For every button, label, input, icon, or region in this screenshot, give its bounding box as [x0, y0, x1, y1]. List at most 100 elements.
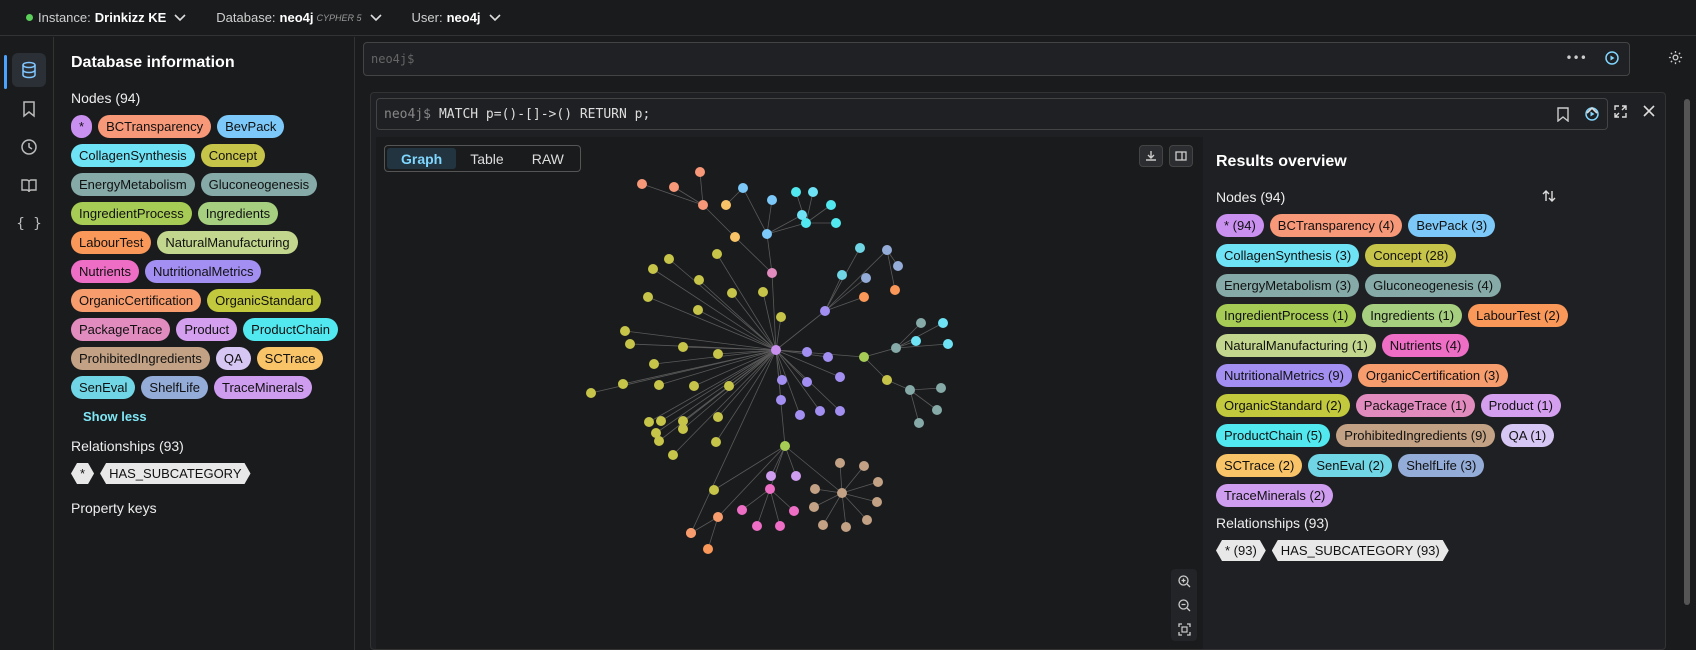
graph-canvas[interactable]: [376, 137, 1203, 649]
relationship-edge[interactable]: [909, 389, 920, 424]
graph-node[interactable]: [586, 388, 596, 398]
query-editor[interactable]: neo4j$ •••: [363, 42, 1630, 76]
relationship-edge[interactable]: [693, 349, 777, 387]
graph-node[interactable]: [859, 461, 869, 471]
graph-node[interactable]: [791, 471, 801, 481]
close-icon[interactable]: [1643, 105, 1655, 117]
graph-node[interactable]: [893, 261, 903, 271]
graph-node[interactable]: [669, 182, 679, 192]
graph-node[interactable]: [914, 418, 924, 428]
label-chip[interactable]: SenEval: [71, 376, 136, 399]
label-chip[interactable]: Gluconeogenesis: [200, 173, 318, 196]
graph-node[interactable]: [841, 522, 851, 532]
label-chip[interactable]: NutritionalMetrics: [145, 260, 262, 283]
graph-node[interactable]: [771, 345, 781, 355]
graph-node[interactable]: [936, 383, 946, 393]
graph-node[interactable]: [775, 521, 785, 531]
label-chip[interactable]: LabourTest: [71, 231, 152, 254]
label-chip[interactable]: Nutrients (4): [1381, 334, 1470, 357]
label-chip[interactable]: CollagenSynthesis: [71, 144, 195, 167]
graph-node[interactable]: [644, 417, 654, 427]
graph-node[interactable]: [861, 273, 871, 283]
graph-node[interactable]: [721, 200, 731, 210]
graph-node[interactable]: [916, 318, 926, 328]
fullscreen-icon[interactable]: [1614, 105, 1627, 118]
graph-node[interactable]: [938, 318, 948, 328]
label-chip[interactable]: BCTransparency: [98, 115, 212, 138]
label-chip[interactable]: Product: [176, 318, 238, 341]
label-chip[interactable]: OrganicStandard (2): [1216, 394, 1350, 417]
label-chip[interactable]: Concept: [200, 144, 266, 167]
graph-node[interactable]: [737, 505, 747, 515]
graph-node[interactable]: [815, 406, 825, 416]
zoom-in-icon[interactable]: [1177, 574, 1191, 588]
relationship-edge[interactable]: [766, 214, 803, 235]
label-chip[interactable]: NaturalManufacturing (1): [1216, 334, 1376, 357]
graph-node[interactable]: [823, 352, 833, 362]
label-chip[interactable]: CollagenSynthesis (3): [1216, 244, 1360, 267]
graph-node[interactable]: [873, 477, 883, 487]
relationship-edge[interactable]: [895, 343, 949, 349]
graph-node[interactable]: [713, 512, 723, 522]
graph-node[interactable]: [668, 450, 678, 460]
graph-node[interactable]: [882, 375, 892, 385]
graph-node[interactable]: [767, 195, 777, 205]
relationship-edge[interactable]: [741, 488, 771, 511]
label-chip[interactable]: SenEval (2): [1308, 454, 1393, 477]
relationship-edge[interactable]: [841, 492, 847, 528]
graph-node[interactable]: [643, 292, 653, 302]
label-chip[interactable]: PackageTrace: [71, 318, 171, 341]
relationship-edge[interactable]: [775, 316, 782, 351]
graph-node[interactable]: [789, 506, 799, 516]
relationship-edge[interactable]: [652, 268, 777, 351]
graph-node[interactable]: [776, 312, 786, 322]
graph-node[interactable]: [777, 375, 787, 385]
graph-node[interactable]: [738, 183, 748, 193]
graph-node[interactable]: [651, 428, 661, 438]
relationship-edge[interactable]: [668, 258, 777, 351]
label-chip[interactable]: BCTransparency (4): [1269, 214, 1403, 237]
fit-view-icon[interactable]: [1177, 622, 1191, 636]
bookmark-icon[interactable]: [12, 92, 46, 126]
braces-icon[interactable]: { }: [12, 207, 46, 241]
graph-node[interactable]: [776, 395, 786, 405]
label-chip[interactable]: TraceMinerals (2): [1216, 484, 1334, 507]
label-chip[interactable]: EnergyMetabolism (3): [1216, 274, 1360, 297]
sort-icon[interactable]: [1542, 189, 1556, 203]
graph-node[interactable]: [724, 381, 734, 391]
label-chip[interactable]: ProductChain (5): [1216, 424, 1331, 447]
graph-node[interactable]: [656, 416, 666, 426]
graph-node[interactable]: [618, 379, 628, 389]
graph-node[interactable]: [890, 285, 900, 295]
graph-visualization[interactable]: Graph Table RAW: [376, 137, 1203, 649]
relationship-edge[interactable]: [648, 349, 777, 423]
graph-node[interactable]: [649, 359, 659, 369]
relationship-edge[interactable]: [766, 199, 773, 235]
label-chip[interactable]: EnergyMetabolism: [71, 173, 195, 196]
label-chip[interactable]: NutritionalMetrics (9): [1216, 364, 1352, 387]
gear-icon[interactable]: [1668, 50, 1683, 65]
label-chip[interactable]: SCTrace: [256, 347, 324, 370]
label-chip[interactable]: BevPack: [217, 115, 285, 138]
graph-node[interactable]: [664, 254, 674, 264]
graph-node[interactable]: [780, 441, 790, 451]
graph-node[interactable]: [637, 179, 647, 189]
relationship-edge[interactable]: [742, 187, 768, 235]
label-chip[interactable]: IngredientProcess (1): [1216, 304, 1357, 327]
graph-node[interactable]: [713, 412, 723, 422]
relationship-edge[interactable]: [690, 349, 777, 534]
zoom-out-icon[interactable]: [1177, 598, 1191, 612]
label-chip[interactable]: NaturalManufacturing: [157, 231, 298, 254]
graph-node[interactable]: [801, 218, 811, 228]
graph-node[interactable]: [802, 347, 812, 357]
label-chip[interactable]: QA (1): [1500, 424, 1555, 447]
graph-node[interactable]: [693, 305, 703, 315]
graph-node[interactable]: [625, 339, 635, 349]
graph-node[interactable]: [905, 385, 915, 395]
graph-node[interactable]: [911, 336, 921, 346]
relationship-edge[interactable]: [769, 488, 781, 527]
graph-node[interactable]: [709, 485, 719, 495]
graph-node[interactable]: [810, 484, 820, 494]
graph-node[interactable]: [711, 437, 721, 447]
label-chip[interactable]: BevPack (3): [1408, 214, 1496, 237]
